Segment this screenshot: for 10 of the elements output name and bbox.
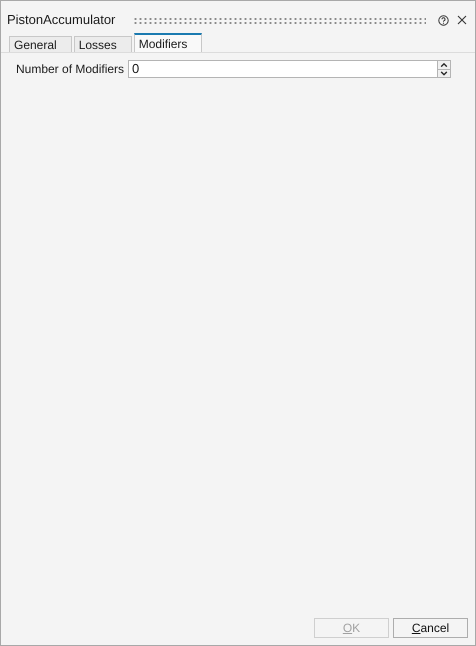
down-arrow-icon[interactable]	[438, 68, 450, 77]
field-label: Number of Modifiers	[16, 61, 124, 78]
tab[interactable]: General	[9, 36, 72, 52]
tab[interactable]: Modifiers	[134, 33, 202, 52]
window-title: PistonAccumulator	[7, 11, 116, 30]
cancel-button[interactable]: Cancel	[393, 618, 468, 638]
close-icon[interactable]	[457, 15, 467, 25]
number-spinner[interactable]: 0	[128, 60, 451, 78]
tab[interactable]: Losses	[74, 36, 132, 52]
help-icon[interactable]	[438, 14, 449, 26]
